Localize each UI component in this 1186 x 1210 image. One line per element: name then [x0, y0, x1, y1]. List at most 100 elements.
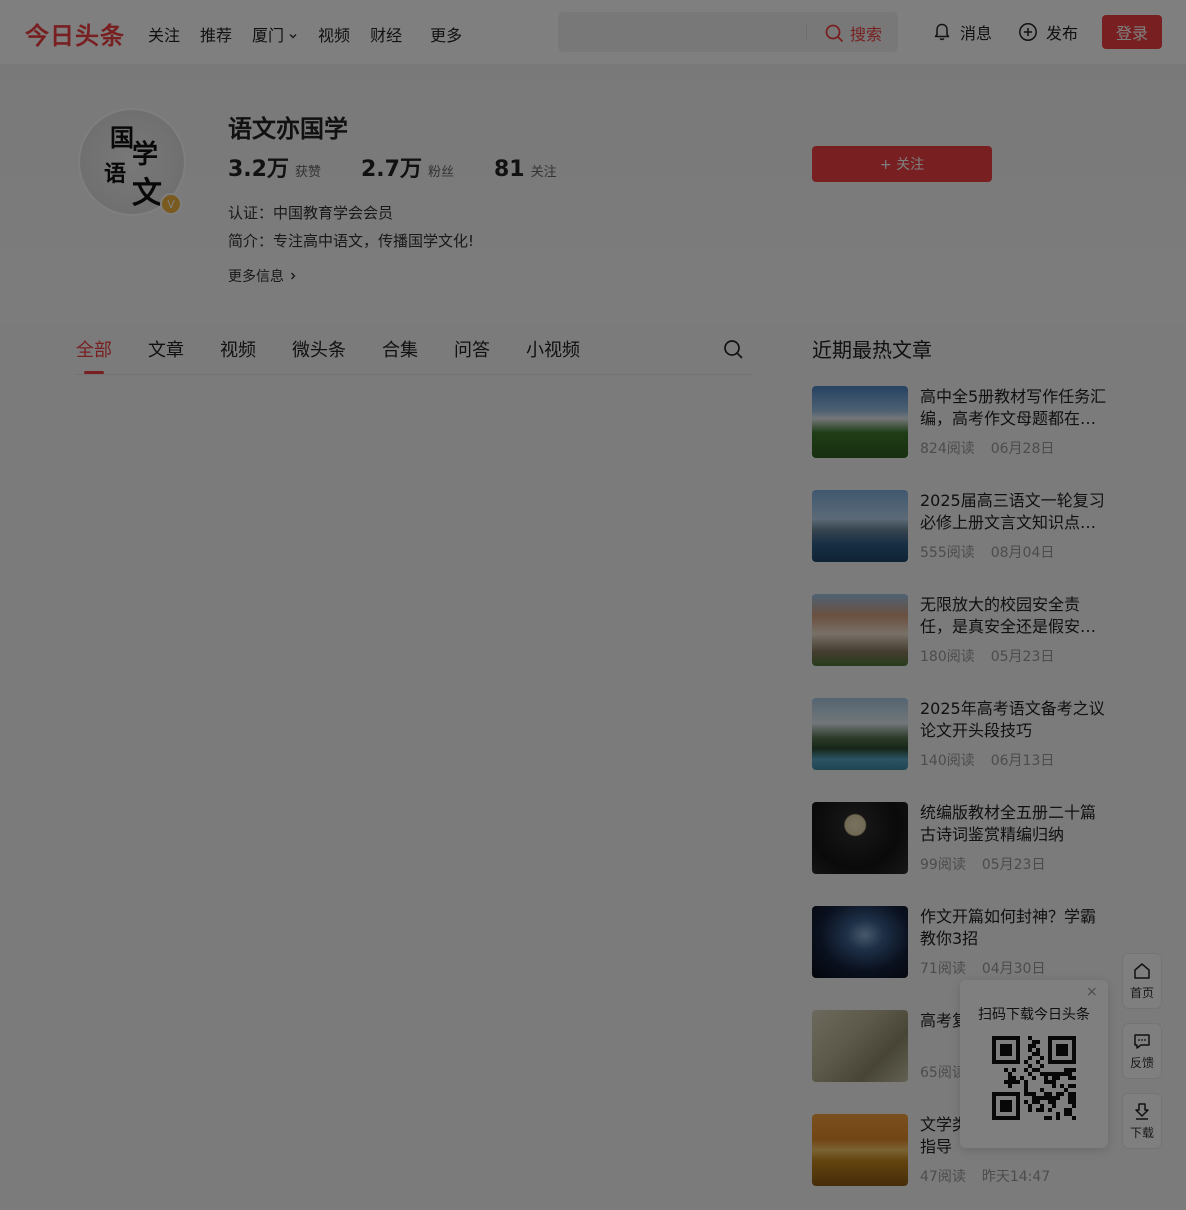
stat-likes-num: 3.2万 [228, 157, 289, 182]
chat-bubble-icon [1134, 1034, 1150, 1049]
messages-button[interactable]: 消息 [932, 20, 992, 44]
article-title[interactable]: 高中全5册教材写作任务汇编，高考作文母题都在… [920, 386, 1108, 430]
article-reads: 140阅读 [920, 753, 975, 769]
list-item[interactable]: 统编版教材全五册二十篇古诗词鉴赏精编归纳 99阅读 05月23日 [812, 802, 1112, 874]
more-info-label: 更多信息 [228, 269, 284, 285]
profile-banner: 国 学 语 文 V 语文亦国学 3.2万 获赞 2.7万 粉丝 81 关注 认证：中国… [0, 64, 1186, 324]
article-title[interactable]: 无限放大的校园安全责任，是真安全还是假安… [920, 594, 1108, 638]
stat-likes: 3.2万 获赞 [228, 151, 321, 183]
search-box: 搜索 [558, 12, 898, 52]
chevron-right-icon [291, 272, 296, 280]
tab-all[interactable]: 全部 [76, 336, 112, 362]
article-thumbnail[interactable] [812, 594, 908, 666]
qr-code [992, 1036, 1076, 1120]
intro-text: 简介：专注高中语文，传播国学文化! [228, 232, 475, 250]
stat-following-num: 81 [494, 157, 525, 182]
nav-item-follow[interactable]: 关注 [148, 22, 180, 46]
qr-title: 扫码下载今日头条 [978, 1007, 1090, 1023]
stat-fans-num: 2.7万 [361, 157, 422, 182]
main-nav: 关注 推荐 厦门 视频 财经 更多 [148, 22, 482, 46]
active-tab-indicator [84, 371, 104, 374]
search-icon [724, 340, 743, 359]
feedback-button[interactable]: 反馈 [1122, 1023, 1162, 1079]
tab-search-button[interactable] [722, 338, 744, 364]
stat-following[interactable]: 81 关注 [494, 157, 557, 182]
tab-qa[interactable]: 问答 [454, 336, 490, 362]
home-label: 首页 [1129, 986, 1154, 1000]
stat-fans[interactable]: 2.7万 粉丝 [361, 151, 454, 183]
home-button[interactable]: 首页 [1122, 953, 1162, 1009]
publish-button[interactable]: 发布 [1018, 20, 1078, 44]
article-meta: 140阅读 06月13日 [920, 750, 1070, 770]
article-reads: 824阅读 [920, 441, 975, 457]
article-date: 05月23日 [990, 649, 1055, 665]
avatar-char-3: 语 [104, 161, 127, 187]
page: 今日头条 关注 推荐 厦门 视频 财经 更多 搜索 消息 发布 登录 国 学 语… [0, 0, 1186, 1210]
article-thumbnail[interactable] [812, 802, 908, 874]
nav-item-city-label: 厦门 [252, 26, 285, 45]
tab-collections[interactable]: 合集 [382, 336, 418, 362]
qr-download-popup: × 扫码下载今日头条 [960, 980, 1108, 1148]
top-header: 今日头条 关注 推荐 厦门 视频 财经 更多 搜索 消息 发布 登录 [0, 0, 1186, 64]
avatar-char-2: 学 [132, 140, 159, 170]
login-button[interactable]: 登录 [1102, 15, 1162, 49]
tab-articles[interactable]: 文章 [148, 336, 184, 362]
article-meta: 824阅读 06月28日 [920, 438, 1070, 458]
stat-following-label: 关注 [530, 165, 557, 180]
logo[interactable]: 今日头条 [25, 16, 125, 51]
more-info-link[interactable]: 更多信息 [228, 266, 298, 286]
article-reads: 47阅读 [920, 1169, 966, 1185]
publish-label: 发布 [1046, 24, 1079, 43]
search-input[interactable] [570, 21, 794, 45]
tab-micro-posts[interactable]: 微头条 [292, 336, 346, 362]
avatar-char-4: 文 [132, 176, 162, 211]
article-title[interactable]: 2025年高考语文备考之议论文开头段技巧 [920, 698, 1108, 742]
feedback-label: 反馈 [1129, 1056, 1154, 1070]
nav-item-city[interactable]: 厦门 [252, 22, 298, 46]
bell-icon [934, 23, 950, 41]
stat-likes-label: 获赞 [294, 165, 321, 180]
nav-item-video[interactable]: 视频 [318, 22, 350, 46]
search-icon [825, 24, 843, 42]
nav-item-finance[interactable]: 财经 [370, 22, 402, 46]
profile-stats: 3.2万 获赞 2.7万 粉丝 81 关注 [228, 151, 597, 183]
article-reads: 65阅读 [920, 1065, 966, 1081]
article-thumbnail[interactable] [812, 386, 908, 458]
list-item[interactable]: 作文开篇如何封神？学霸教你3招 71阅读 04月30日 [812, 906, 1112, 978]
messages-label: 消息 [960, 24, 993, 43]
article-reads: 71阅读 [920, 961, 966, 977]
article-date: 04月30日 [981, 961, 1046, 977]
article-thumbnail[interactable] [812, 1010, 908, 1082]
download-button[interactable]: 下载 [1122, 1093, 1162, 1149]
article-meta: 71阅读 04月30日 [920, 958, 1061, 978]
list-item[interactable]: 高中全5册教材写作任务汇编，高考作文母题都在… 824阅读 06月28日 [812, 386, 1112, 458]
list-item[interactable]: 2025年高考语文备考之议论文开头段技巧 140阅读 06月13日 [812, 698, 1112, 770]
follow-button[interactable]: + 关注 [812, 146, 992, 182]
article-thumbnail[interactable] [812, 490, 908, 562]
article-thumbnail[interactable] [812, 698, 908, 770]
list-item[interactable]: 无限放大的校园安全责任，是真安全还是假安… 180阅读 05月23日 [812, 594, 1112, 666]
search-button[interactable]: 搜索 [824, 21, 882, 45]
article-title[interactable]: 作文开篇如何封神？学霸教你3招 [920, 906, 1108, 950]
article-title[interactable]: 2025届高三语文一轮复习必修上册文言文知识点… [920, 490, 1108, 534]
article-title[interactable]: 统编版教材全五册二十篇古诗词鉴赏精编归纳 [920, 802, 1108, 846]
download-icon [1135, 1103, 1149, 1120]
article-reads: 180阅读 [920, 649, 975, 665]
article-reads: 555阅读 [920, 545, 975, 561]
chevron-down-icon [289, 34, 297, 39]
verified-badge-icon: V [160, 193, 182, 215]
article-date: 05月23日 [981, 857, 1046, 873]
nav-item-more[interactable]: 更多 [430, 22, 462, 46]
article-meta: 99阅读 05月23日 [920, 854, 1061, 874]
article-thumbnail[interactable] [812, 906, 908, 978]
article-meta: 47阅读 昨天14:47 [920, 1166, 1066, 1186]
nav-item-recommend[interactable]: 推荐 [200, 22, 232, 46]
list-item[interactable]: 2025届高三语文一轮复习必修上册文言文知识点… 555阅读 08月04日 [812, 490, 1112, 562]
article-date: 08月04日 [990, 545, 1055, 561]
article-thumbnail[interactable] [812, 1114, 908, 1186]
tab-short-videos[interactable]: 小视频 [526, 336, 580, 362]
tab-videos[interactable]: 视频 [220, 336, 256, 362]
search-divider [806, 24, 807, 40]
hot-articles-title: 近期最热文章 [812, 338, 932, 362]
close-icon[interactable]: × [1086, 984, 1098, 1000]
